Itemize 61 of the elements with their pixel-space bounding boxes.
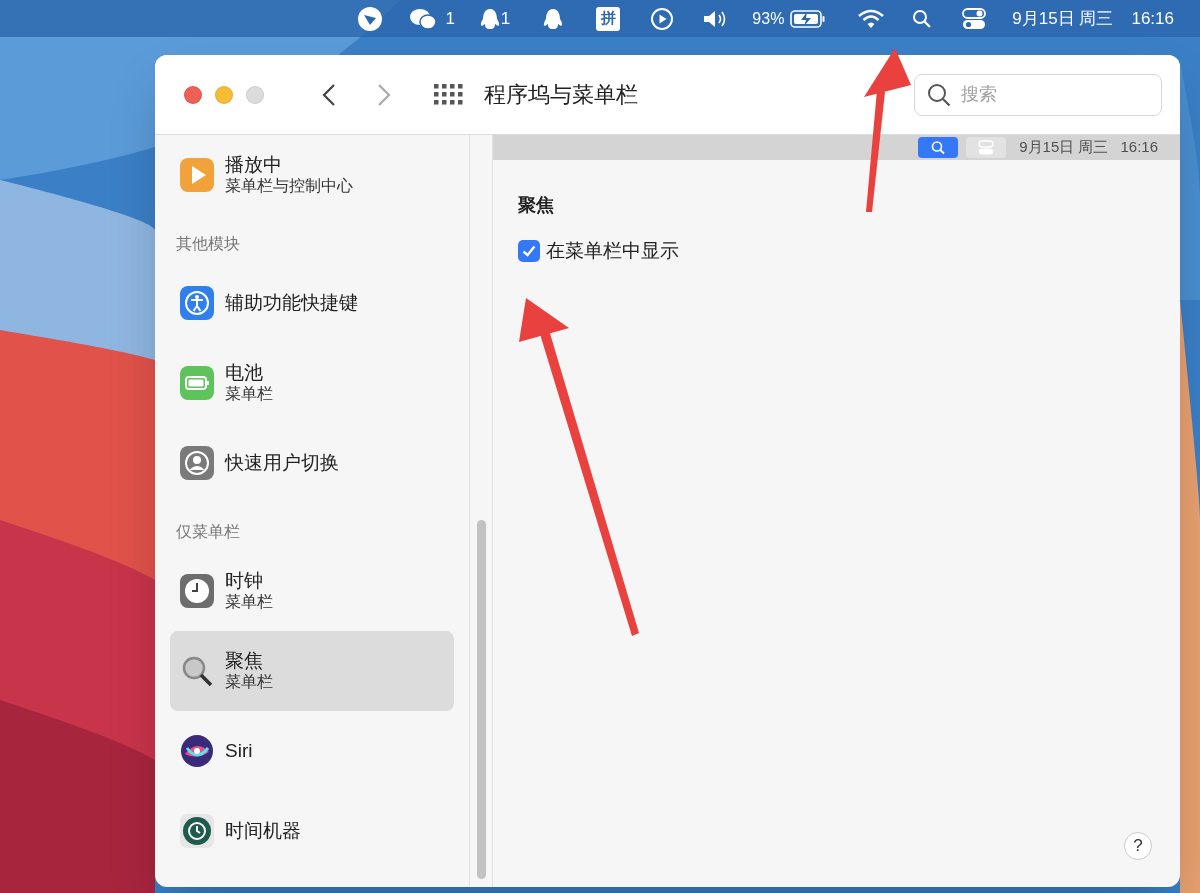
- menu-bar-clock: 16:16: [1131, 7, 1174, 30]
- user-icon: [180, 446, 214, 480]
- sidebar-item[interactable]: 聚焦 菜单栏: [170, 631, 454, 711]
- battery-charging-icon[interactable]: [790, 9, 827, 28]
- item-title: 辅助功能快捷键: [225, 292, 358, 314]
- sidebar-item[interactable]: Siri: [170, 711, 454, 791]
- preview-clock: 16:16: [1120, 137, 1158, 158]
- search-icon[interactable]: [912, 8, 933, 29]
- notification-count: 1: [500, 7, 511, 30]
- search-icon: [927, 82, 951, 107]
- item-title: 时间机器: [225, 820, 301, 842]
- close-button[interactable]: [184, 85, 202, 104]
- checkbox[interactable]: [518, 240, 540, 263]
- sidebar-item[interactable]: 快速用户切换: [170, 423, 454, 503]
- item-title: 电池: [225, 362, 264, 384]
- toggle-switches-icon: [966, 137, 1007, 158]
- sidebar-item[interactable]: 播放中 菜单栏与控制中心: [170, 135, 454, 215]
- search-field[interactable]: 搜索: [914, 73, 1162, 116]
- section-title: 聚焦: [518, 194, 554, 217]
- help-button[interactable]: ?: [1124, 832, 1152, 860]
- item-subtitle: 菜单栏: [225, 592, 273, 612]
- sidebar-item[interactable]: 时钟 菜单栏: [170, 551, 454, 631]
- item-subtitle: 菜单栏与控制中心: [225, 176, 353, 196]
- grid-icon[interactable]: [434, 84, 463, 105]
- section-header: 其他模块: [176, 235, 240, 254]
- menu-bar-date: 9月15日 周三: [1012, 7, 1114, 30]
- toggle-switches-icon[interactable]: [962, 7, 987, 30]
- play-icon: [180, 158, 214, 192]
- magnifier-icon: [180, 654, 214, 688]
- item-title: Siri: [225, 740, 253, 762]
- section-header: 仅菜单栏: [176, 523, 240, 542]
- checkbox-label: 在菜单栏中显示: [546, 239, 679, 263]
- notification-count: 1: [445, 7, 455, 30]
- checkmark-icon: [522, 245, 536, 258]
- chat-bubbles-icon[interactable]: [409, 6, 438, 31]
- preview-date: 9月15日 周三: [1019, 137, 1109, 158]
- input-method-button[interactable]: 拼: [596, 6, 621, 31]
- orb-icon: [180, 734, 214, 768]
- search-icon: [918, 137, 959, 158]
- item-title: 聚焦: [225, 650, 264, 672]
- clock-arrow-icon: [180, 814, 214, 848]
- play-icon[interactable]: [650, 6, 675, 31]
- back-icon[interactable]: [322, 82, 336, 107]
- item-title: 时钟: [225, 570, 264, 592]
- window-title: 程序坞与菜单栏: [484, 81, 638, 109]
- clock-icon: [180, 574, 214, 608]
- item-title: 快速用户切换: [225, 452, 339, 474]
- accessibility-icon: [180, 286, 214, 320]
- wifi-icon[interactable]: [858, 8, 885, 29]
- battery-icon: [180, 366, 214, 400]
- scrollbar-thumb[interactable]: [476, 520, 486, 879]
- penguin-icon[interactable]: [542, 6, 565, 31]
- battery-percentage: 93%: [752, 8, 785, 29]
- penguin-icon[interactable]: [478, 6, 501, 31]
- item-subtitle: 菜单栏: [225, 384, 273, 404]
- sidebar-item[interactable]: 电池 菜单栏: [170, 343, 454, 423]
- sidebar-item[interactable]: 时间机器: [170, 791, 454, 871]
- sidebar-item[interactable]: 辅助功能快捷键: [170, 263, 454, 343]
- bird-icon[interactable]: [357, 5, 384, 32]
- item-title: 播放中: [225, 154, 283, 176]
- item-subtitle: 菜单栏: [225, 672, 273, 692]
